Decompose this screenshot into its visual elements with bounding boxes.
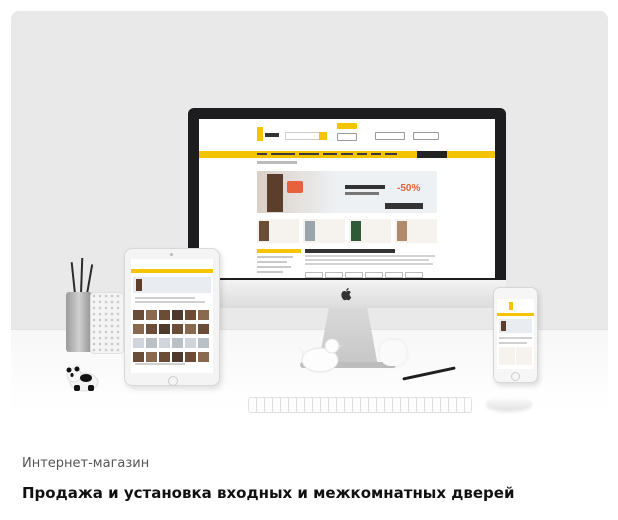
promo-banner: -50% <box>257 171 437 213</box>
phone-screen <box>497 299 534 369</box>
pen-holder-dotted <box>90 292 124 354</box>
phone-mockup <box>493 287 538 383</box>
door-image <box>267 174 283 212</box>
project-category: Интернет-магазин <box>22 456 150 471</box>
site-nav <box>199 151 495 158</box>
phone-home-button <box>511 372 520 381</box>
keyboard <box>248 397 472 413</box>
discount-tag <box>287 181 303 193</box>
crumpled-paper <box>380 340 406 366</box>
tablet-banner <box>133 277 211 293</box>
site-header <box>199 119 495 145</box>
category-cards <box>257 219 437 243</box>
banner-button <box>385 203 423 209</box>
mouse <box>486 396 532 410</box>
imac-mockup: -50% <box>188 108 506 308</box>
banner-subline <box>345 192 379 195</box>
banner-discount: -50% <box>397 183 421 194</box>
category-card <box>303 219 345 243</box>
pen-holder <box>66 292 92 352</box>
site-logo-text <box>265 133 279 137</box>
monitor-bezel: -50% <box>188 108 506 280</box>
catalog-heading <box>305 249 395 253</box>
bird-figurine <box>298 338 344 373</box>
project-title[interactable]: Продажа и установка входных и межкомнатн… <box>22 484 514 502</box>
category-card <box>395 219 437 243</box>
category-card <box>349 219 391 243</box>
category-card <box>257 219 299 243</box>
tablet-home-button <box>168 376 178 386</box>
tablet-mockup <box>124 248 220 386</box>
apple-logo-icon <box>341 288 352 301</box>
banner-headline <box>345 185 385 189</box>
breadcrumb <box>257 161 297 164</box>
panda-figurine <box>66 366 99 392</box>
phone-number <box>375 132 405 140</box>
promo-tab <box>417 151 447 158</box>
site-logo <box>257 127 263 141</box>
desktop-screen: -50% <box>199 119 495 278</box>
catalog-main <box>305 249 437 278</box>
tablet-camera <box>170 253 173 256</box>
catalog-sidebar <box>257 249 301 278</box>
cart-button <box>413 132 439 140</box>
site-search-input <box>285 132 321 140</box>
measure-button <box>337 133 357 141</box>
tablet-screen <box>131 259 213 373</box>
search-icon <box>319 132 327 140</box>
callback-button <box>337 123 357 129</box>
